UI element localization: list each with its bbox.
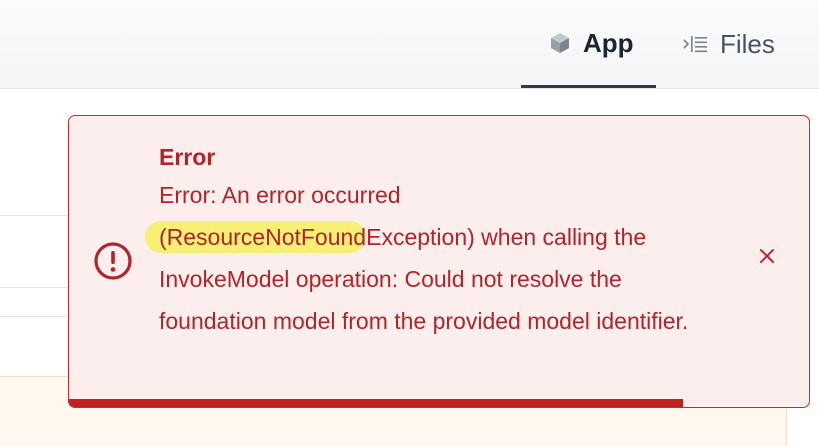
app-header: App Files xyxy=(0,0,819,89)
toast-title: Error xyxy=(159,144,216,170)
tab-files[interactable]: Files xyxy=(678,0,808,88)
toast-content: Error Error: An error occurred (Resource… xyxy=(145,142,704,342)
close-icon xyxy=(759,248,775,269)
file-tree-icon xyxy=(682,34,708,54)
toast-message: Error: An error occurred (ResourceNotFou… xyxy=(145,174,704,342)
highlighted-text: (ResourceNotFound xyxy=(145,221,367,253)
tab-files-label: Files xyxy=(720,29,775,59)
tab-app[interactable]: App xyxy=(521,0,656,88)
toast-message-part: Error: An error occurred xyxy=(159,182,401,208)
error-circle-icon xyxy=(93,241,133,281)
close-button[interactable] xyxy=(755,246,779,270)
background-divider xyxy=(0,316,72,317)
background-divider xyxy=(0,215,72,216)
toast-timer-progress xyxy=(69,399,684,407)
error-toast: Error Error: An error occurred (Resource… xyxy=(68,115,810,408)
tab-app-label: App xyxy=(583,27,634,58)
background-divider xyxy=(0,287,72,288)
cube-icon xyxy=(549,32,571,54)
